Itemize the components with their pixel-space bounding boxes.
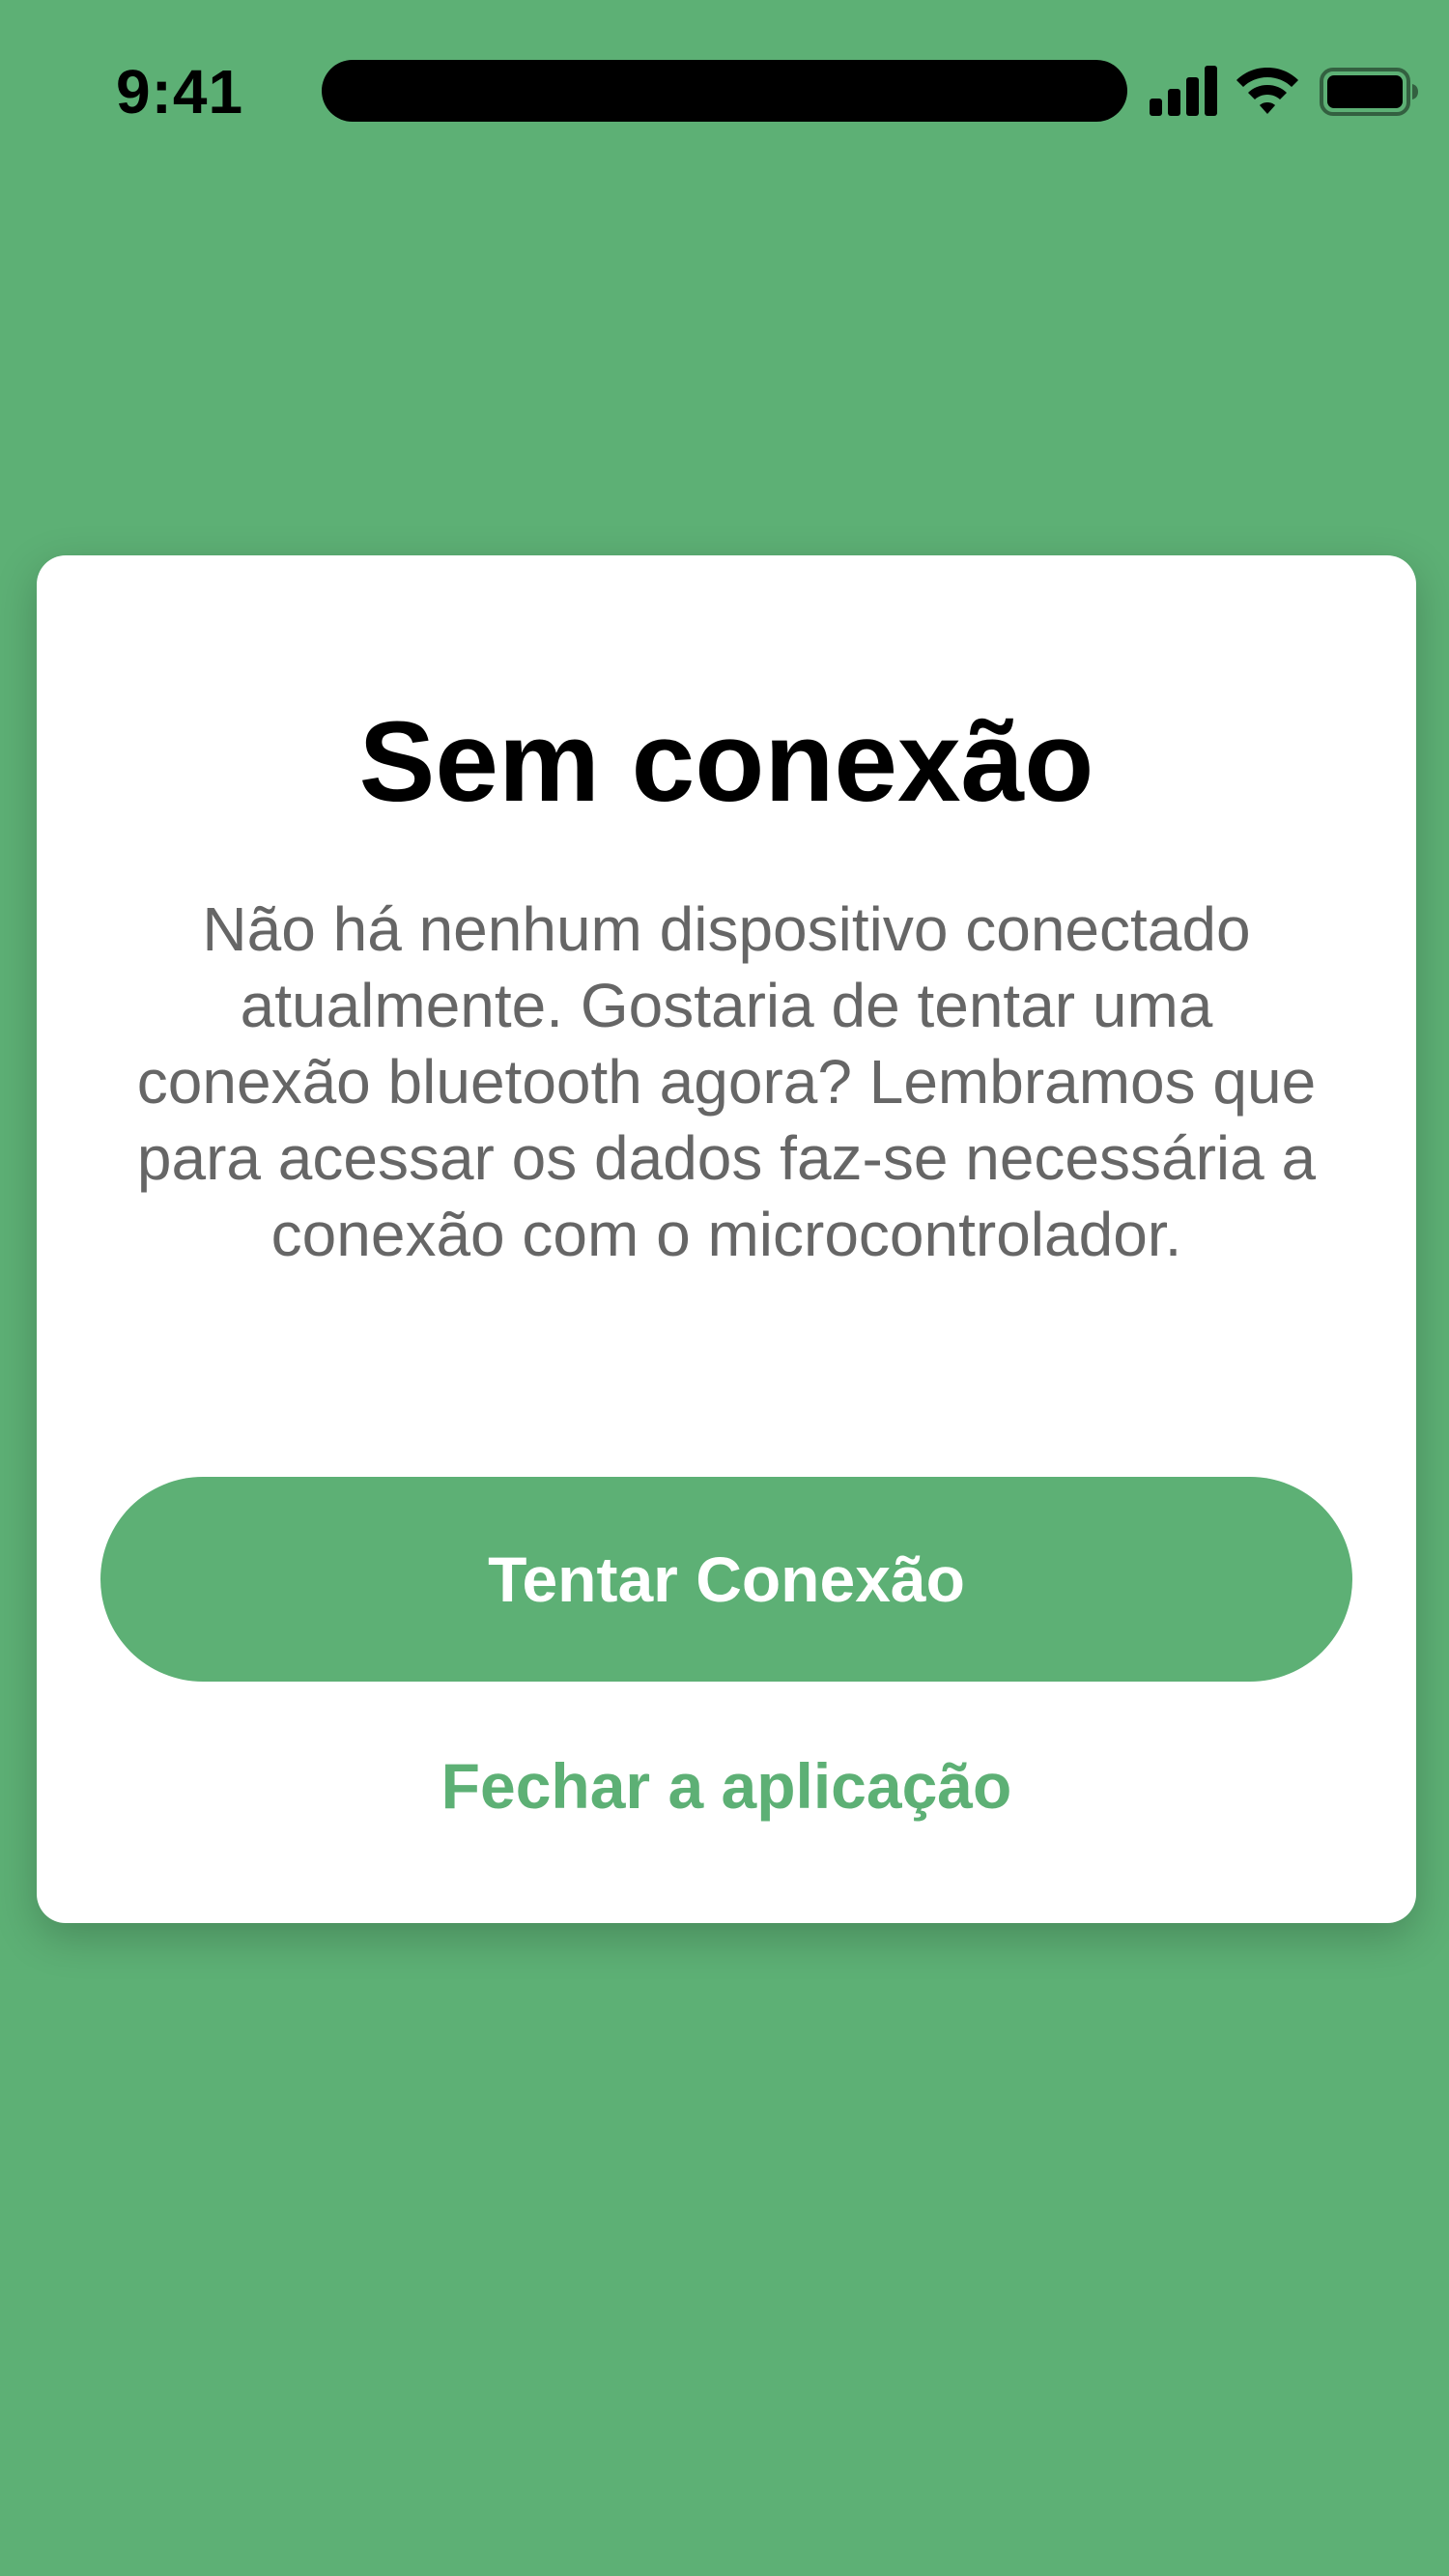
status-time: 9:41 bbox=[116, 57, 244, 127]
try-connection-button-label: Tentar Conexão bbox=[488, 1543, 965, 1615]
dynamic-island bbox=[322, 60, 1127, 122]
dialog-message: Não há nenhum dispositivo conectado atua… bbox=[136, 894, 1317, 1269]
wifi-icon bbox=[1236, 68, 1298, 114]
close-app-link[interactable]: Fechar a aplicação bbox=[37, 1749, 1416, 1823]
try-connection-button[interactable]: Tentar Conexão bbox=[100, 1477, 1352, 1682]
status-bar: 9:41 bbox=[0, 0, 1449, 184]
dialog-title: Sem conexão bbox=[358, 698, 1094, 826]
cellular-signal-icon bbox=[1150, 66, 1217, 116]
no-connection-dialog: Sem conexão Não há nenhum dispositivo co… bbox=[37, 555, 1416, 1923]
battery-icon bbox=[1320, 68, 1418, 116]
